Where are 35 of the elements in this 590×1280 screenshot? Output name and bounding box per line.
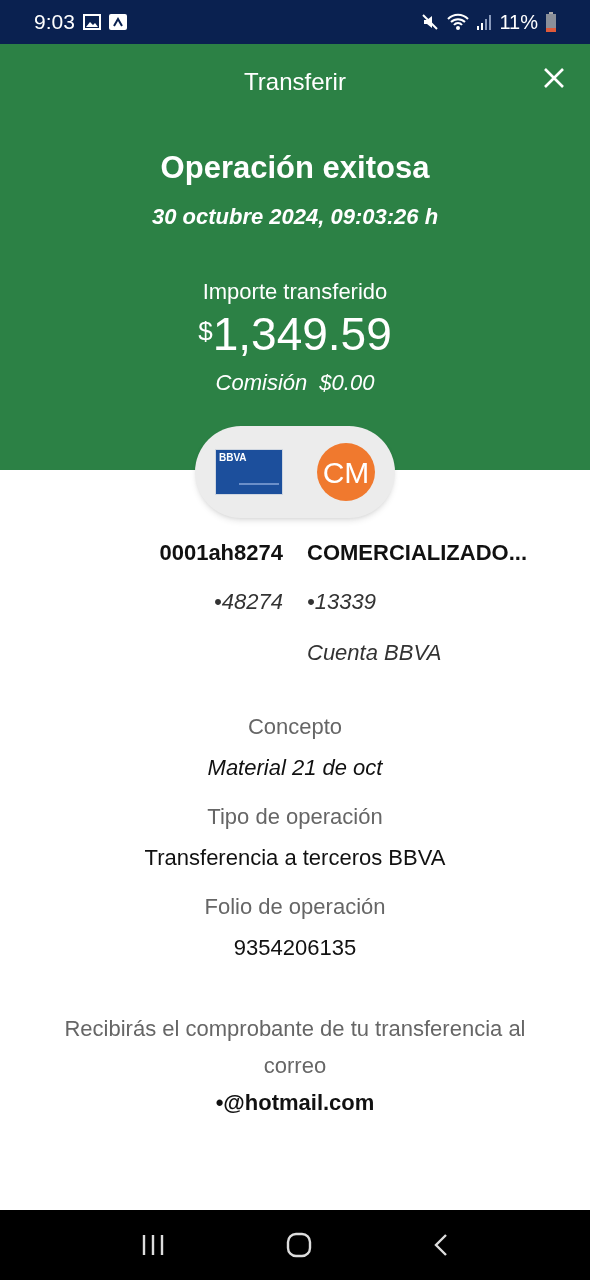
email-address: •@hotmail.com [215,1089,375,1117]
clock: 9:03 [34,9,75,36]
detail-label: Folio de operación [204,893,386,921]
wifi-icon [447,13,470,31]
back-icon[interactable] [433,1233,450,1257]
home-icon[interactable] [286,1232,312,1258]
origin-account: •48274 [214,588,283,616]
currency-symbol: $ [198,314,213,346]
battery-icon [546,12,556,32]
amount-label: Importe transferido [202,277,388,306]
receipt-notice: Recibirás el comprobante de tu transferencia al correo [63,1015,527,1080]
destination-bank: Cuenta BBVA [307,639,442,667]
screen-title: Transferir [244,67,346,97]
avatar: CM [317,443,375,501]
origin-name: 0001ah8274 [159,539,283,567]
recent-apps-icon[interactable] [140,1234,165,1256]
status-title: Operación exitosa [160,149,430,187]
detail-value: 9354206135 [233,934,357,962]
notification-icon [108,14,127,30]
card-brand: BBVA [219,453,248,463]
image-icon [82,14,101,30]
destination-name: COMERCIALIZADO... [307,539,527,567]
close-button[interactable] [542,66,566,90]
operation-date: 30 octubre 2024, 09:03:26 h [151,202,439,231]
detail-label: Tipo de operación [207,803,383,831]
signal-icon [477,13,492,31]
detail-value: Material 21 de oct [207,754,383,782]
battery-percent: 11% [499,10,538,35]
detail-value: Transferencia a terceros BBVA [144,844,446,872]
mute-icon [421,13,440,31]
fee-value: $0.00 [319,368,375,397]
amount-value: 1,349.59 [212,307,392,360]
detail-label: Concepto [247,713,343,741]
fee-label: Comisión [215,368,308,397]
destination-account: •13339 [307,588,376,616]
